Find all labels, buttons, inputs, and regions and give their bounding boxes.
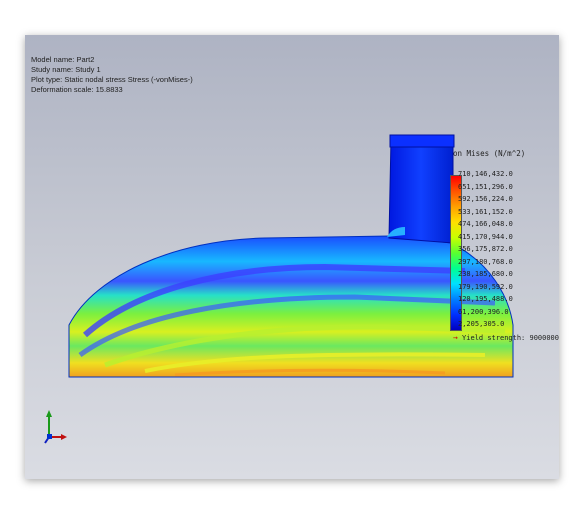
study-name-text: Study name: Study 1 — [31, 65, 101, 74]
legend-tick: 474,166,048.0 — [458, 220, 513, 228]
yield-strength-label: → Yield strength: 90000000.0 — [453, 333, 559, 342]
deformation-scale-text: Deformation scale: 15.8833 — [31, 85, 123, 94]
yield-strength-text: Yield strength: 90000000.0 — [462, 334, 559, 342]
model-name-text: Model name: Part2 — [31, 55, 95, 64]
legend-tick: 415,170,944.0 — [458, 232, 513, 241]
axis-triad-icon[interactable] — [43, 407, 73, 447]
legend-tick: 651,151,296.0 — [458, 182, 513, 191]
legend-tick: 238,185,680.0 — [458, 270, 513, 278]
vessel-nozzle — [387, 134, 455, 244]
study-info-panel: Model name: Part2 Study name: Study 1 Pl… — [31, 55, 193, 95]
legend-tick: 61,200,396.0 — [458, 307, 509, 316]
legend-tick: 592,156,224.0 — [458, 195, 513, 203]
legend-title: on Mises (N/m^2) — [453, 149, 526, 158]
legend-tick: 356,175,872.0 — [458, 245, 513, 253]
legend-tick: 533,161,152.0 — [458, 207, 513, 216]
vessel-body — [68, 235, 514, 378]
legend-tick: 297,180,768.0 — [458, 257, 513, 266]
legend-tick: 179,190,592.0 — [458, 282, 513, 291]
legend-tick: 710,146,432.0 — [458, 170, 513, 178]
legend-tick: 120,195,488.0 — [458, 295, 513, 303]
legend-tick: 2,205,305.0 — [458, 320, 505, 328]
plot-type-text: Plot type: Static nodal stress Stress (-… — [31, 75, 193, 84]
red-arrow-icon: → — [453, 333, 458, 342]
viewport[interactable]: Model name: Part2 Study name: Study 1 Pl… — [25, 35, 559, 479]
